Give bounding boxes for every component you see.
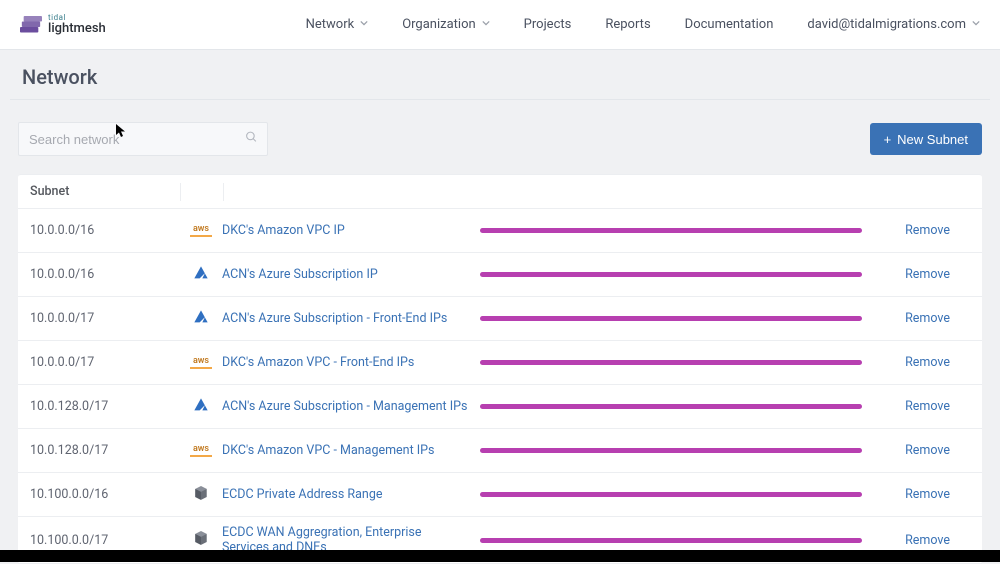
remove-button[interactable]: Remove xyxy=(870,399,950,414)
provider-cell: aws xyxy=(180,444,222,457)
remove-button[interactable]: Remove xyxy=(870,355,950,370)
table-header: Subnet xyxy=(18,175,982,209)
subnet-cidr: 10.100.0.0/16 xyxy=(30,487,180,502)
page-header: Network xyxy=(0,50,1000,99)
nav-item-label: Reports xyxy=(605,17,650,32)
subnet-name[interactable]: DKC's Amazon VPC IP xyxy=(222,223,480,238)
top-navigation: tidal lightmesh Network Organization Proje… xyxy=(0,0,1000,50)
usage-bar-cell xyxy=(480,448,870,453)
subnet-table: Subnet 10.0.0.0/16 aws DKC's Amazon VPC IP… xyxy=(18,174,982,564)
usage-bar xyxy=(480,404,862,409)
remove-button[interactable]: Remove xyxy=(870,311,950,326)
search-icon xyxy=(245,131,258,148)
table-row[interactable]: 10.100.0.0/16 ECDC Private Address Range R… xyxy=(18,473,982,517)
provider-cell: aws xyxy=(180,356,222,369)
subnet-cidr: 10.0.0.0/17 xyxy=(30,355,180,370)
nav-item-label: Network xyxy=(306,17,355,32)
usage-bar-cell xyxy=(480,272,870,277)
search-wrap xyxy=(18,122,268,156)
subnet-cidr: 10.100.0.0/17 xyxy=(30,533,180,548)
usage-bar xyxy=(480,316,862,321)
provider-cell: aws xyxy=(180,224,222,237)
nav-item-organization[interactable]: Organization xyxy=(402,17,489,32)
usage-bar xyxy=(480,360,862,365)
aws-icon: aws xyxy=(190,444,212,457)
nav-item-documentation[interactable]: Documentation xyxy=(685,17,774,32)
remove-button[interactable]: Remove xyxy=(870,443,950,458)
aws-icon: aws xyxy=(190,356,212,369)
usage-bar-cell xyxy=(480,404,870,409)
subnet-name[interactable]: ACN's Azure Subscription - Management IP… xyxy=(222,399,480,414)
page-title: Network xyxy=(22,65,978,89)
nav-item-reports[interactable]: Reports xyxy=(605,17,650,32)
usage-bar xyxy=(480,538,862,543)
logo-icon xyxy=(20,16,42,34)
azure-icon xyxy=(193,309,209,329)
bottom-border xyxy=(0,550,1000,562)
table-row[interactable]: 10.0.0.0/16 aws DKC's Amazon VPC IP Remove xyxy=(18,209,982,253)
plus-icon: + xyxy=(884,132,892,147)
provider-cell xyxy=(180,397,222,417)
usage-bar xyxy=(480,492,862,497)
nav-item-network[interactable]: Network xyxy=(306,17,369,32)
table-row[interactable]: 10.0.128.0/17 ACN's Azure Subscription - … xyxy=(18,385,982,429)
new-subnet-label: New Subnet xyxy=(897,132,968,147)
chevron-down-icon xyxy=(482,19,490,30)
azure-icon xyxy=(193,265,209,285)
subnet-name[interactable]: ACN's Azure Subscription IP xyxy=(222,267,480,282)
content-card: + New Subnet Subnet 10.0.0.0/16 aws DKC's … xyxy=(10,99,990,564)
subnet-name[interactable]: ECDC Private Address Range xyxy=(222,487,480,502)
subnet-cidr: 10.0.128.0/17 xyxy=(30,443,180,458)
usage-bar xyxy=(480,448,862,453)
remove-button[interactable]: Remove xyxy=(870,267,950,282)
provider-cell xyxy=(180,485,222,505)
brand-logo[interactable]: tidal lightmesh xyxy=(20,14,106,35)
brand-name: lightmesh xyxy=(48,22,106,35)
usage-bar xyxy=(480,228,862,233)
nav-item-david-tidalmigrations-com[interactable]: david@tidalmigrations.com xyxy=(807,17,980,32)
provider-cell xyxy=(180,309,222,329)
nav-items: Network Organization Projects Reports Docume… xyxy=(306,17,980,32)
column-subnet-header: Subnet xyxy=(30,184,180,199)
server-icon xyxy=(194,485,208,505)
subnet-cidr: 10.0.0.0/17 xyxy=(30,311,180,326)
subnet-name[interactable]: DKC's Amazon VPC - Management IPs xyxy=(222,443,480,458)
nav-item-label: Projects xyxy=(524,17,572,32)
table-row[interactable]: 10.0.0.0/17 aws DKC's Amazon VPC - Front-E… xyxy=(18,341,982,385)
remove-button[interactable]: Remove xyxy=(870,223,950,238)
table-row[interactable]: 10.0.0.0/17 ACN's Azure Subscription - Fr… xyxy=(18,297,982,341)
subnet-cidr: 10.0.0.0/16 xyxy=(30,223,180,238)
toolbar: + New Subnet xyxy=(18,110,982,174)
usage-bar-cell xyxy=(480,316,870,321)
usage-bar xyxy=(480,272,862,277)
subnet-cidr: 10.0.128.0/17 xyxy=(30,399,180,414)
new-subnet-button[interactable]: + New Subnet xyxy=(870,123,982,155)
subnet-name[interactable]: ACN's Azure Subscription - Front-End IPs xyxy=(222,311,480,326)
azure-icon xyxy=(193,397,209,417)
chevron-down-icon xyxy=(972,19,980,30)
provider-cell xyxy=(180,530,222,550)
nav-item-label: Documentation xyxy=(685,17,774,32)
server-icon xyxy=(194,530,208,550)
header-divider xyxy=(223,183,224,201)
usage-bar-cell xyxy=(480,538,870,543)
table-row[interactable]: 10.0.128.0/17 aws DKC's Amazon VPC - Manag… xyxy=(18,429,982,473)
usage-bar-cell xyxy=(480,360,870,365)
subnet-name[interactable]: DKC's Amazon VPC - Front-End IPs xyxy=(222,355,480,370)
nav-item-label: david@tidalmigrations.com xyxy=(807,17,966,32)
remove-button[interactable]: Remove xyxy=(870,487,950,502)
nav-item-projects[interactable]: Projects xyxy=(524,17,572,32)
nav-item-label: Organization xyxy=(402,17,475,32)
remove-button[interactable]: Remove xyxy=(870,533,950,548)
subnet-cidr: 10.0.0.0/16 xyxy=(30,267,180,282)
usage-bar-cell xyxy=(480,228,870,233)
search-input[interactable] xyxy=(18,122,268,156)
usage-bar-cell xyxy=(480,492,870,497)
table-row[interactable]: 10.0.0.0/16 ACN's Azure Subscription IP Re… xyxy=(18,253,982,297)
chevron-down-icon xyxy=(360,19,368,30)
header-divider xyxy=(180,183,181,201)
provider-cell xyxy=(180,265,222,285)
aws-icon: aws xyxy=(190,224,212,237)
